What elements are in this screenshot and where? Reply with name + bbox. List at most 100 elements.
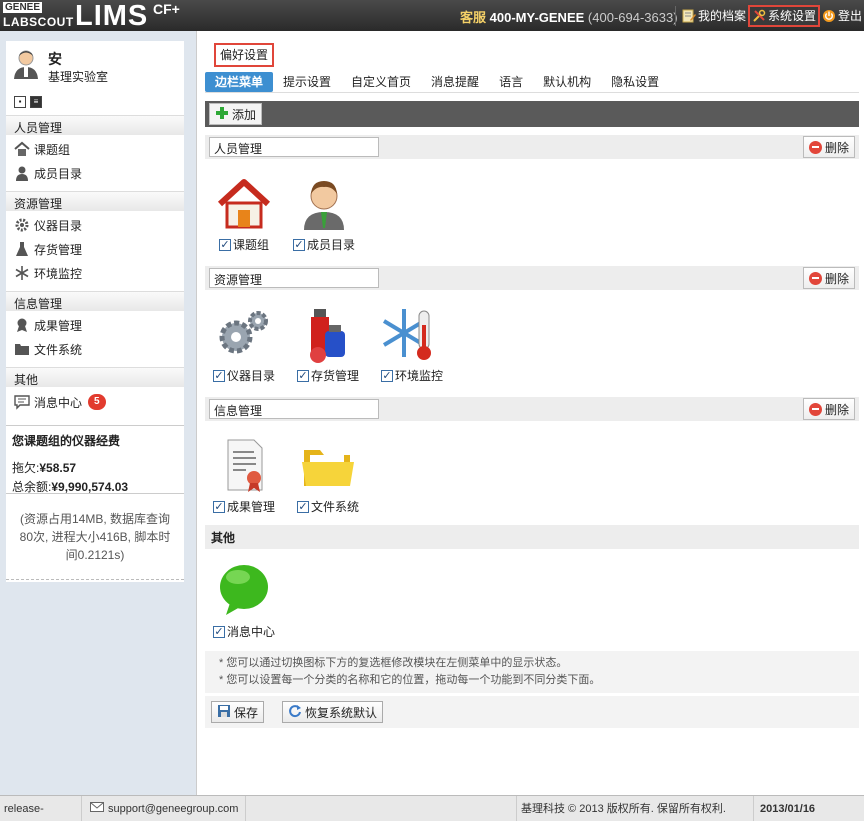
tab-notifications[interactable]: 消息提醒 xyxy=(421,72,489,92)
sidebar-category-people: 人员管理 xyxy=(6,115,184,135)
delete-button[interactable]: 删除 xyxy=(802,398,855,420)
delete-icon xyxy=(808,271,822,285)
footer: release-2.5t1.6 support@geneegroup.com 基… xyxy=(0,795,864,821)
delete-button[interactable]: 删除 xyxy=(802,267,855,289)
sidebar-item-instruments[interactable]: 仪器目录 xyxy=(14,216,82,234)
module-checkbox[interactable]: ✓ 文件系统 xyxy=(293,498,363,515)
sidebar-item-achievements[interactable]: 成果管理 xyxy=(14,316,82,334)
module-checkbox[interactable]: ✓ 成果管理 xyxy=(209,498,279,515)
thermometer-icon xyxy=(382,305,442,365)
sidebar-item-messages[interactable]: 消息中心 5 xyxy=(14,393,106,411)
delete-button[interactable]: 删除 xyxy=(802,136,855,158)
module-label: 成果管理 xyxy=(226,500,275,514)
sidebar-item-environment[interactable]: 环境监控 xyxy=(14,264,82,282)
logo-edition: CF+ xyxy=(153,1,180,17)
tab-default-org[interactable]: 默认机构 xyxy=(533,72,601,92)
checkbox[interactable]: ✓ xyxy=(292,238,305,251)
folder-icon xyxy=(14,341,30,357)
tab-language[interactable]: 语言 xyxy=(489,72,533,92)
plus-icon xyxy=(215,106,229,123)
section-name-input[interactable]: 信息管理 xyxy=(209,399,379,419)
module-checkbox[interactable]: ✓ 存货管理 xyxy=(293,367,363,384)
support-email-text: support@geneegroup.com xyxy=(108,803,239,815)
checkbox[interactable]: ✓ xyxy=(212,369,225,382)
list-view-icon[interactable]: ≡ xyxy=(30,96,42,108)
module-checkbox[interactable]: ✓ 仪器目录 xyxy=(209,367,279,384)
module-label: 成员目录 xyxy=(306,238,355,252)
module-checkbox[interactable]: ✓ 环境监控 xyxy=(377,367,447,384)
section-name-input[interactable]: 资源管理 xyxy=(209,268,379,288)
module-instruments[interactable]: ✓ 仪器目录 xyxy=(209,305,279,384)
module-label: 仪器目录 xyxy=(226,369,275,383)
checkbox[interactable]: ✓ xyxy=(212,625,225,638)
module-members[interactable]: ✓ 成员目录 xyxy=(289,174,359,253)
add-button[interactable]: 添加 xyxy=(209,103,263,125)
module-inventory[interactable]: ✓ 存货管理 xyxy=(293,305,363,384)
power-icon xyxy=(822,9,836,23)
top-bar: GENEE LABSCOUT LIMS CF+ 客服 400-MY-GENEE … xyxy=(0,0,864,31)
owed-label: 拖欠: xyxy=(12,461,40,475)
support-hotline: 客服 400-MY-GENEE (400-694-3633) xyxy=(460,7,678,26)
top-nav: 我的档案 系统设置 登出 xyxy=(671,0,864,31)
sidebar-item-files[interactable]: 文件系统 xyxy=(14,340,82,358)
tab-preferences[interactable]: 偏好设置 xyxy=(214,43,274,67)
system-settings-link[interactable]: 系统设置 xyxy=(747,4,820,27)
module-files[interactable]: ✓ 文件系统 xyxy=(293,436,363,515)
tab-privacy[interactable]: 隐私设置 xyxy=(601,72,669,92)
module-achievements[interactable]: ✓ 成果管理 xyxy=(209,436,279,515)
module-checkbox[interactable]: ✓ 课题组 xyxy=(209,236,279,253)
checkbox[interactable]: ✓ xyxy=(296,369,309,382)
view-toggle: ▪ ≡ xyxy=(14,96,42,108)
module-environment[interactable]: ✓ 环境监控 xyxy=(377,305,447,384)
chat-bubble-icon xyxy=(214,561,274,621)
delete-icon xyxy=(808,140,822,154)
user-group: 基理实验室 xyxy=(48,70,109,84)
sidebar-category-resources: 资源管理 xyxy=(6,191,184,211)
grid-view-icon[interactable]: ▪ xyxy=(14,96,26,108)
sidebar-item-groups[interactable]: 课题组 xyxy=(14,140,70,158)
fee-panel: 您课题组的仪器经费 拖欠:¥58.57 总余额:¥9,990,574.03 xyxy=(6,425,184,501)
module-groups[interactable]: ✓ 课题组 xyxy=(209,174,279,253)
house-icon xyxy=(214,174,274,234)
sidebar-item-label: 仪器目录 xyxy=(34,218,83,233)
award-icon xyxy=(14,317,30,333)
save-icon xyxy=(217,704,231,721)
tab-custom-home[interactable]: 自定义首页 xyxy=(341,72,421,92)
section-name-input[interactable]: 人员管理 xyxy=(209,137,379,157)
my-profile-label: 我的档案 xyxy=(697,9,746,23)
checkbox[interactable]: ✓ xyxy=(296,500,309,513)
hotline-label: 客服 xyxy=(460,10,487,25)
sidebar-divider xyxy=(6,579,184,582)
chat-icon xyxy=(14,394,30,410)
support-email[interactable]: support@geneegroup.com xyxy=(86,796,246,821)
my-profile-link[interactable]: 我的档案 xyxy=(680,5,748,27)
balance-label: 总余额: xyxy=(12,480,52,494)
checkbox[interactable]: ✓ xyxy=(380,369,393,382)
logout-link[interactable]: 登出 xyxy=(820,5,864,27)
main-content: 偏好设置 边栏菜单 提示设置 自定义首页 消息提醒 语言 默认机构 隐私设置 添… xyxy=(196,31,864,795)
user-name: 安 xyxy=(48,51,62,67)
restore-defaults-button[interactable]: 恢复系统默认 xyxy=(282,701,384,723)
checkbox[interactable]: ✓ xyxy=(218,238,231,251)
checkbox[interactable]: ✓ xyxy=(212,500,225,513)
module-checkbox[interactable]: ✓ 成员目录 xyxy=(289,236,359,253)
release-version: release-2.5t1.6 xyxy=(0,796,82,821)
section-other: 其他 xyxy=(205,525,859,549)
sidebar-category-info: 信息管理 xyxy=(6,291,184,311)
save-button[interactable]: 保存 xyxy=(211,701,265,723)
module-checkbox[interactable]: ✓ 消息中心 xyxy=(209,623,279,640)
gears-icon xyxy=(214,305,274,365)
section-label: 其他 xyxy=(211,531,236,545)
module-messages[interactable]: ✓ 消息中心 xyxy=(209,561,279,640)
tab-sidebar-menu[interactable]: 边栏菜单 xyxy=(205,71,274,92)
add-label: 添加 xyxy=(232,107,257,122)
sidebar-item-inventory[interactable]: 存货管理 xyxy=(14,240,82,258)
action-bar: 保存 恢复系统默认 xyxy=(205,696,859,728)
certificate-icon xyxy=(214,436,274,496)
folder-icon xyxy=(298,436,358,496)
sidebar-item-label: 文件系统 xyxy=(34,342,83,357)
divider xyxy=(674,5,676,26)
settings-tabs: 边栏菜单 提示设置 自定义首页 消息提醒 语言 默认机构 隐私设置 xyxy=(205,71,859,93)
sidebar-item-members[interactable]: 成员目录 xyxy=(14,164,82,182)
tab-tips[interactable]: 提示设置 xyxy=(273,72,341,92)
